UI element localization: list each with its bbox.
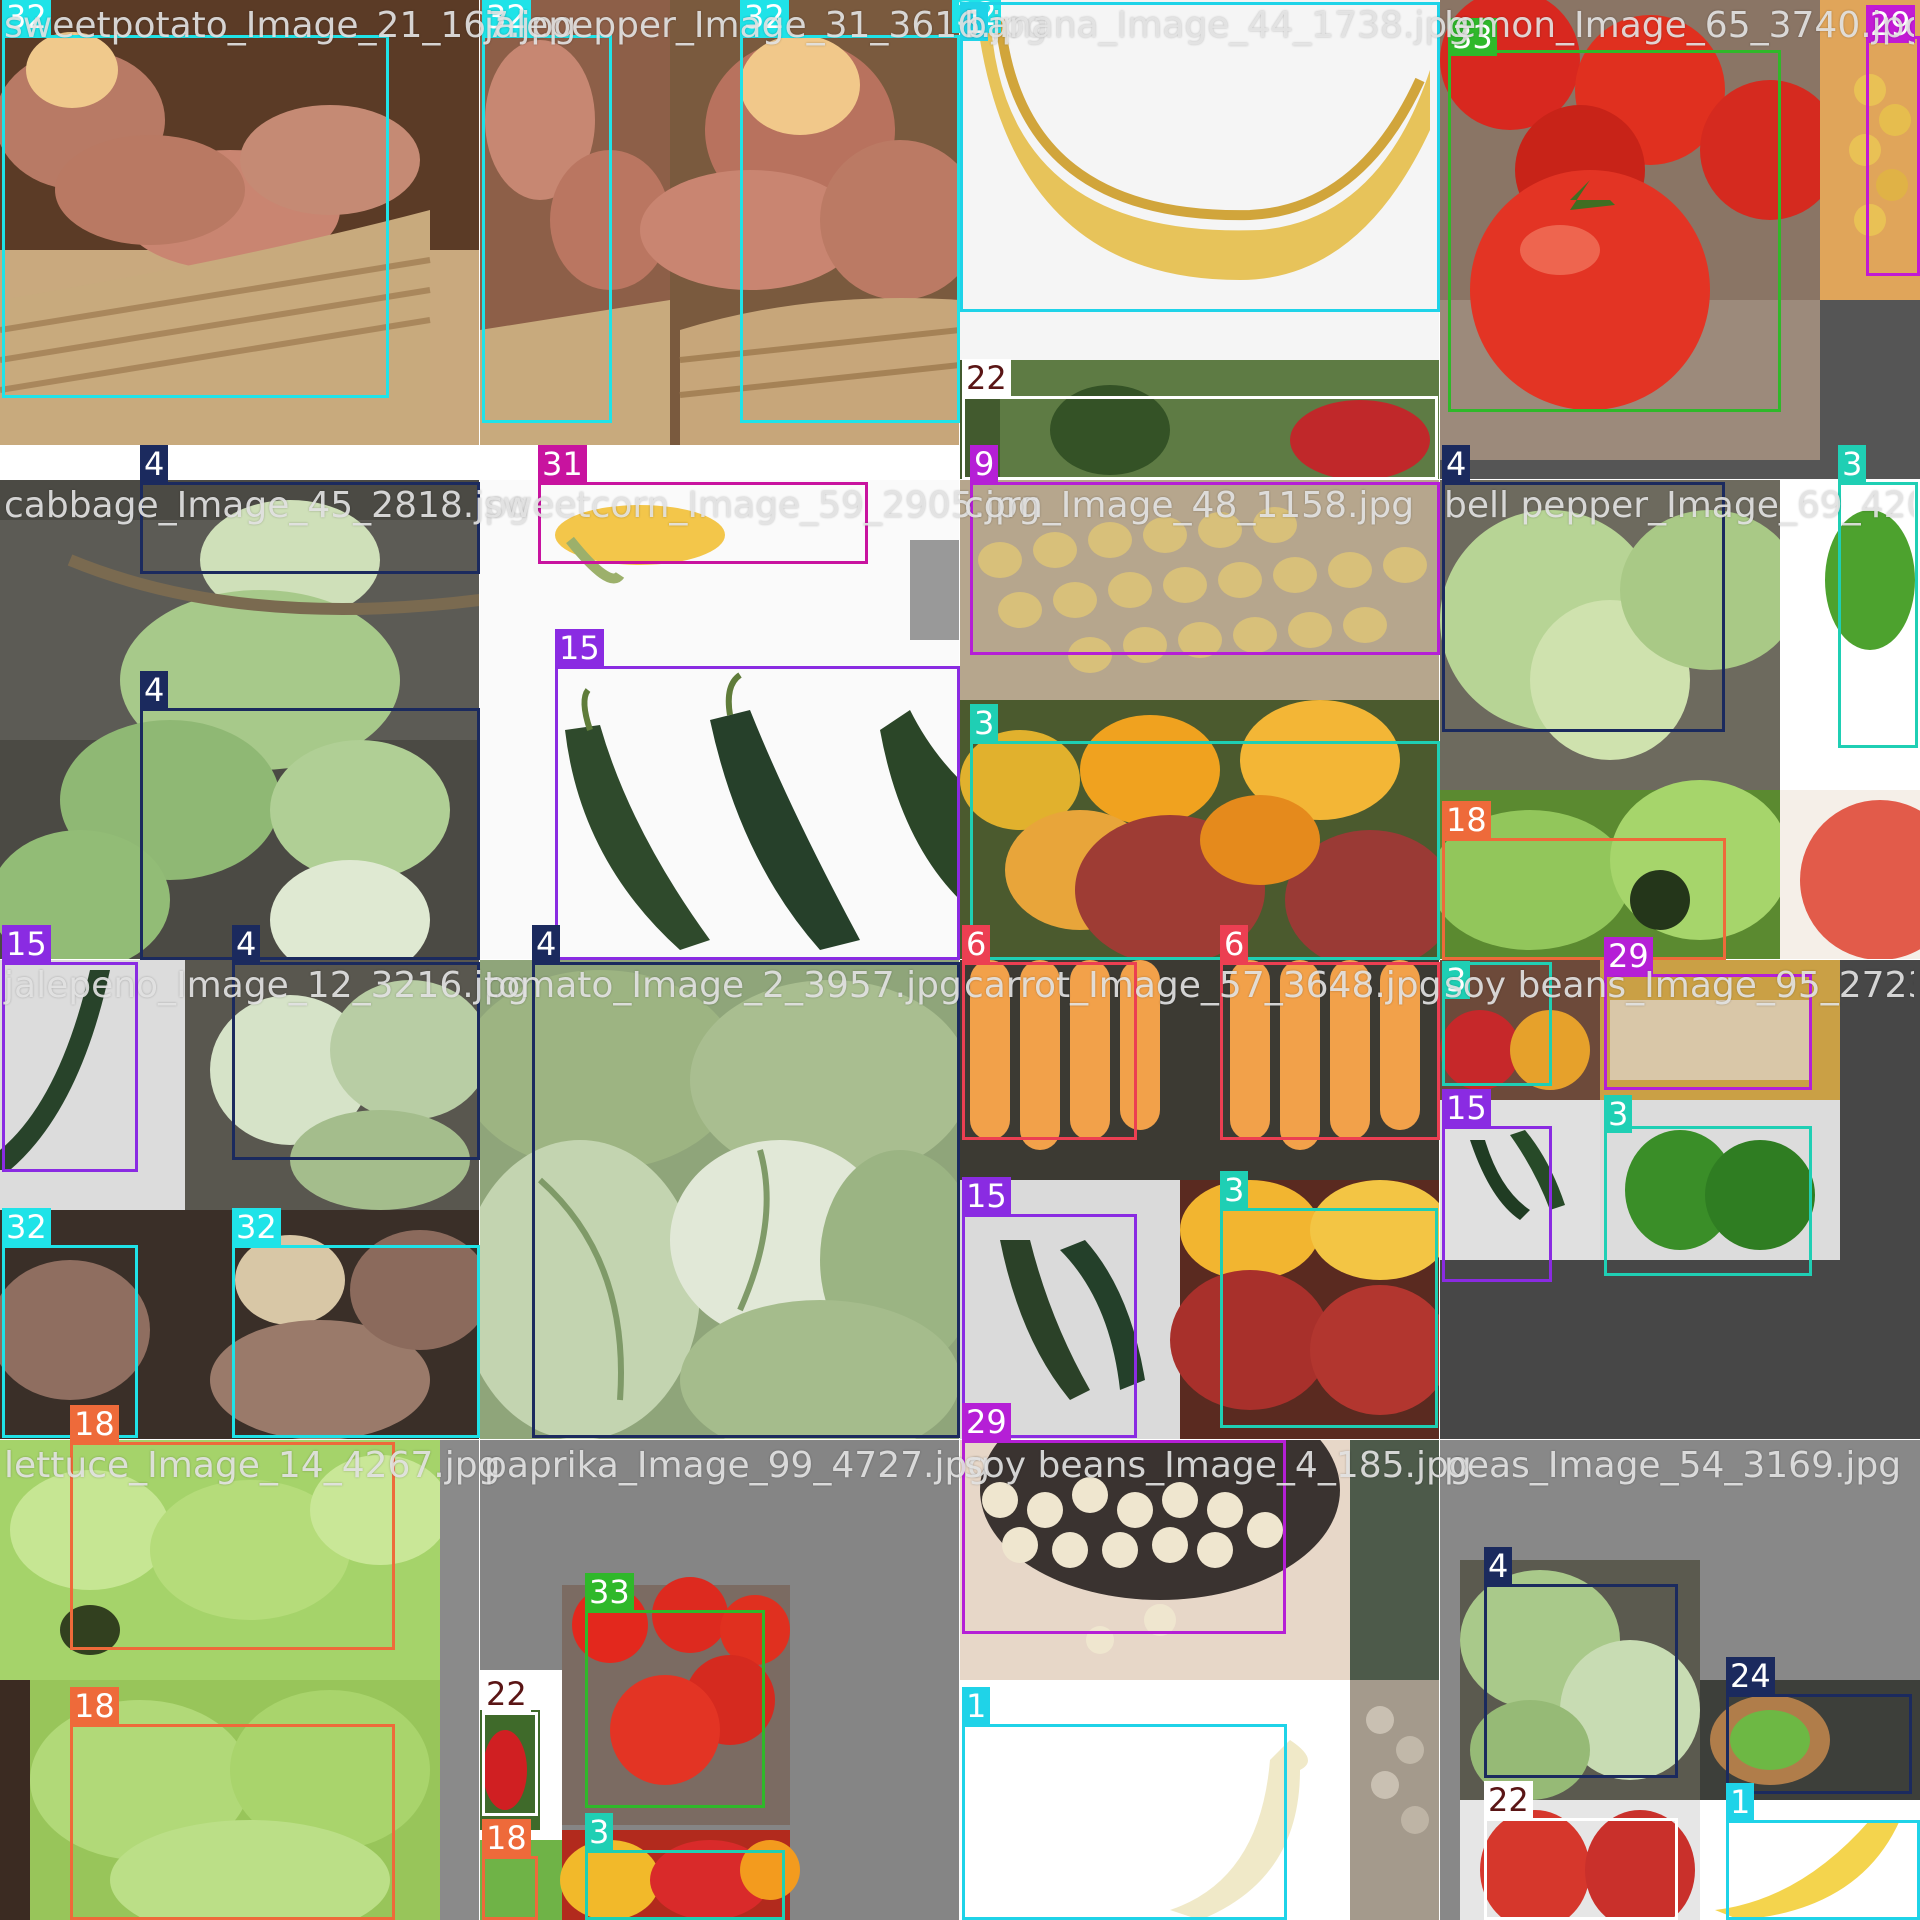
detection-box: 1 — [962, 1687, 1287, 1920]
detection-box: 3 — [970, 704, 1440, 960]
detection-box: 4 — [140, 445, 480, 574]
detection-label: 18 — [1442, 801, 1491, 839]
detection-box: 4 — [232, 925, 480, 1160]
detection-box: 29 — [1866, 5, 1920, 276]
detection-label: 18 — [482, 1819, 531, 1857]
detection-label: 9 — [970, 445, 999, 483]
detection-label: 18 — [70, 1405, 119, 1443]
detection-box: 22 — [962, 359, 1438, 480]
detection-box: 3 — [585, 1813, 785, 1920]
detection-label: 31 — [538, 445, 587, 483]
detection-label: 4 — [140, 445, 169, 483]
detection-box: 33 — [585, 1573, 765, 1808]
detection-box: 32 — [232, 1208, 480, 1438]
detection-box: 9 — [970, 445, 1440, 655]
detection-box: 3 — [1442, 961, 1552, 1086]
detection-label: 4 — [1484, 1547, 1513, 1585]
detection-box: 4 — [140, 671, 480, 960]
detection-box: 24 — [1726, 1657, 1912, 1794]
detection-box: 4 — [532, 925, 960, 1438]
detection-label: 4 — [532, 925, 561, 963]
detection-label: 15 — [1442, 1089, 1491, 1127]
detection-label: 33 — [1448, 18, 1497, 56]
detection-box: 22 — [482, 1675, 538, 1816]
detection-label: 3 — [585, 1813, 614, 1851]
detection-label: 3 — [1442, 961, 1471, 999]
detection-box: 31 — [538, 445, 868, 564]
detection-box: 32 — [952, 0, 1001, 37]
detection-label: 32 — [482, 0, 531, 36]
detection-label: 4 — [140, 671, 169, 709]
detection-box: 29 — [1604, 937, 1812, 1090]
detection-label: 3 — [1604, 1095, 1633, 1133]
detection-box: 18 — [482, 1819, 538, 1920]
detection-box: 15 — [2, 925, 138, 1172]
detection-label: 15 — [555, 629, 604, 667]
detection-label: 22 — [962, 359, 1011, 397]
detection-box: 1 — [1726, 1783, 1920, 1920]
detection-label: 15 — [2, 925, 51, 963]
detection-label: 6 — [962, 925, 991, 963]
detection-box: 15 — [1442, 1089, 1552, 1282]
detection-box: 29 — [962, 1403, 1286, 1634]
detection-box: 18 — [70, 1405, 395, 1650]
detection-box: 6 — [962, 925, 1137, 1140]
detection-label: 6 — [1220, 925, 1249, 963]
detection-label: 22 — [482, 1675, 531, 1713]
detection-label: 32 — [232, 1208, 281, 1246]
detection-box: 3 — [1220, 1171, 1438, 1428]
detection-box: 4 — [1442, 445, 1725, 732]
detection-label: 1 — [1726, 1783, 1755, 1821]
detection-label: 29 — [1604, 937, 1653, 975]
detection-label: 22 — [1484, 1781, 1533, 1819]
detection-label: 24 — [1726, 1657, 1775, 1695]
detection-label: 18 — [70, 1687, 119, 1725]
detection-label: 1 — [960, 3, 989, 41]
mosaic-grid: sweetpotato_Image_21_167.jpg jalepepper_… — [0, 0, 1920, 1920]
detection-label: 1 — [962, 1687, 991, 1725]
detection-box: 18 — [1442, 801, 1726, 960]
detection-box: 33 — [1448, 18, 1781, 412]
detection-label: 32 — [2, 1208, 51, 1246]
detection-label: 29 — [962, 1403, 1011, 1441]
detection-box: 4 — [1484, 1547, 1678, 1778]
detection-label: 3 — [970, 704, 999, 742]
detection-box: 22 — [1484, 1781, 1678, 1920]
detection-box: 15 — [555, 629, 960, 960]
detection-box: 3 — [1838, 445, 1918, 748]
detection-label: 4 — [232, 925, 261, 963]
detection-box: 32 — [740, 0, 960, 423]
detection-label: 4 — [1442, 445, 1471, 483]
detection-box: 1 — [960, 2, 1440, 312]
detection-box: 32 — [482, 0, 612, 423]
detection-label: 33 — [585, 1573, 634, 1611]
detection-box: 6 — [1220, 925, 1440, 1140]
detection-label: 32 — [740, 0, 789, 36]
detection-label: 15 — [962, 1177, 1011, 1215]
detection-box: 32 — [2, 0, 389, 398]
detection-label: 32 — [2, 0, 51, 36]
detection-label: 3 — [1220, 1171, 1249, 1209]
detection-label: 29 — [1866, 5, 1915, 43]
detection-label: 3 — [1838, 445, 1867, 483]
detection-box: 3 — [1604, 1095, 1812, 1276]
detection-box: 18 — [70, 1687, 395, 1920]
